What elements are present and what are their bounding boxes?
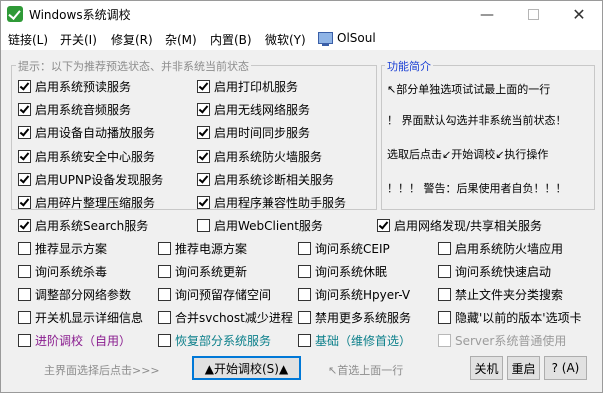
- option-webclient-service[interactable]: 启用WebClient服务: [197, 217, 323, 233]
- option-upnp-service[interactable]: 启用UPNP设备发现服务: [18, 171, 163, 187]
- option-diagnostics-service[interactable]: 启用系统诊断相关服务: [197, 171, 334, 187]
- bottom-hint-left: 主界面选择后点击>>>: [44, 364, 160, 377]
- minimize-button[interactable]: —: [464, 1, 510, 28]
- option-merge-svchost[interactable]: 合并svchost减少进程: [158, 309, 293, 325]
- info-line-2: ！ 界面默认勾选并非系统当前状态！: [387, 114, 567, 127]
- option-restore-services[interactable]: 恢复部分系统服务: [158, 332, 271, 348]
- option-display-scheme[interactable]: 推荐显示方案: [18, 240, 107, 256]
- menu-switch[interactable]: 开关(I): [60, 31, 97, 48]
- close-button[interactable]: ✕: [556, 1, 602, 28]
- option-search-service[interactable]: 启用系统Search服务: [18, 217, 148, 233]
- app-logo-icon: [7, 6, 23, 22]
- checkbox[interactable]: [158, 333, 171, 347]
- menu-repair[interactable]: 修复(R): [111, 31, 153, 48]
- option-wireless-service[interactable]: 启用无线网络服务: [197, 101, 310, 117]
- option-network-discovery[interactable]: 启用网络发现/共享相关服务: [377, 217, 542, 233]
- option-fast-startup[interactable]: 询问系统快速启动: [438, 263, 551, 279]
- recommended-services-legend: 提示：以下为推荐预选状态、并非系统当前状态: [16, 58, 251, 74]
- checkbox[interactable]: [18, 102, 31, 116]
- restart-button[interactable]: 重启: [507, 356, 540, 380]
- checkbox[interactable]: [197, 172, 210, 186]
- maximize-button[interactable]: [510, 1, 556, 28]
- checkbox[interactable]: [18, 172, 31, 186]
- info-line-3: 选取后点击↙开始调校↙执行操作: [387, 148, 549, 161]
- checkbox[interactable]: [158, 310, 171, 324]
- checkbox[interactable]: [158, 287, 171, 301]
- checkbox[interactable]: [197, 218, 210, 232]
- monitor-icon: [318, 32, 333, 46]
- checkbox[interactable]: [438, 241, 451, 255]
- option-system-update[interactable]: 询问系统更新: [158, 263, 247, 279]
- help-button[interactable]: ? (A): [544, 356, 587, 380]
- option-time-sync-service[interactable]: 启用时间同步服务: [197, 124, 310, 140]
- checkbox[interactable]: [18, 264, 31, 278]
- checkbox[interactable]: [197, 125, 210, 139]
- checkbox[interactable]: [158, 264, 171, 278]
- option-basic-repair[interactable]: 基础（维修首选）: [298, 332, 411, 348]
- option-audio-service[interactable]: 启用系统音频服务: [18, 101, 131, 117]
- checkbox[interactable]: [438, 287, 451, 301]
- checkbox[interactable]: [197, 195, 210, 209]
- checkbox[interactable]: [18, 149, 31, 163]
- option-power-scheme[interactable]: 推荐电源方案: [158, 240, 247, 256]
- checkbox[interactable]: [298, 287, 311, 301]
- checkbox[interactable]: [377, 218, 390, 232]
- option-ceip[interactable]: 询问系统CEIP: [298, 240, 390, 256]
- option-advanced-tuning[interactable]: 进阶调校（自用）: [18, 332, 131, 348]
- checkbox[interactable]: [18, 333, 31, 347]
- window-title: Windows系统调校: [29, 8, 131, 22]
- checkbox[interactable]: [298, 241, 311, 255]
- checkbox[interactable]: [158, 241, 171, 255]
- option-disable-more-services[interactable]: 禁用更多系统服务: [298, 309, 411, 325]
- option-firewall-service[interactable]: 启用系统防火墙服务: [197, 148, 322, 164]
- option-folder-search[interactable]: 禁止文件夹分类搜索: [438, 286, 563, 302]
- bottom-hint-right: ↖首选上面一行: [328, 364, 404, 377]
- checkbox[interactable]: [197, 149, 210, 163]
- checkbox[interactable]: [298, 264, 311, 278]
- option-antivirus[interactable]: 询问系统杀毒: [18, 263, 107, 279]
- menu-links[interactable]: 链接(L): [8, 31, 48, 48]
- checkbox[interactable]: [18, 310, 31, 324]
- checkbox[interactable]: [18, 218, 31, 232]
- feature-info-legend: 功能简介: [385, 58, 433, 74]
- option-hyper-v[interactable]: 询问系统Hpyer-V: [298, 286, 410, 302]
- option-hide-previous-versions[interactable]: 隐藏'以前的版本'选项卡: [438, 309, 582, 325]
- checkbox[interactable]: [18, 125, 31, 139]
- option-firewall-app[interactable]: 启用系统防火墙应用: [438, 240, 563, 256]
- option-security-center-service[interactable]: 启用系统安全中心服务: [18, 148, 155, 164]
- option-autoplay-service[interactable]: 启用设备自动播放服务: [18, 124, 155, 140]
- option-printer-service[interactable]: 启用打印机服务: [197, 78, 298, 94]
- menu-microsoft[interactable]: 微软(Y): [265, 31, 306, 48]
- menu-builtin[interactable]: 内置(B): [210, 31, 252, 48]
- menu-bar: 链接(L) 开关(I) 修复(R) 杂(M) 内置(B) 微软(Y): [1, 28, 602, 50]
- menu-misc[interactable]: 杂(M): [165, 31, 197, 48]
- checkbox[interactable]: [18, 79, 31, 93]
- checkbox[interactable]: [18, 195, 31, 209]
- checkbox[interactable]: [298, 333, 311, 347]
- info-line-1: ↖部分单独选项试试最上面的一行: [387, 83, 551, 96]
- app-window: Windows系统调校 — ✕ 链接(L) 开关(I) 修复(R) 杂(M) 内…: [0, 0, 603, 393]
- checkbox[interactable]: [18, 241, 31, 255]
- title-bar: Windows系统调校 — ✕: [1, 1, 602, 28]
- checkbox[interactable]: [438, 264, 451, 278]
- menu-olsoul[interactable]: OlSoul: [337, 31, 376, 45]
- checkbox: [438, 333, 451, 347]
- option-server-normal-use: Server系统普通使用: [438, 332, 566, 348]
- start-tuning-button[interactable]: ▲开始调校(S)▲: [192, 356, 301, 380]
- option-defrag-service[interactable]: 启用碎片整理压缩服务: [18, 194, 155, 210]
- checkbox[interactable]: [197, 79, 210, 93]
- option-hibernate[interactable]: 询问系统休眠: [298, 263, 387, 279]
- checkbox[interactable]: [298, 310, 311, 324]
- checkbox[interactable]: [438, 310, 451, 324]
- checkbox[interactable]: [18, 287, 31, 301]
- shutdown-button[interactable]: 关机: [470, 356, 503, 380]
- checkbox[interactable]: [197, 102, 210, 116]
- option-network-params[interactable]: 调整部分网络参数: [18, 286, 131, 302]
- info-line-4: ！！！ 警告：后果使用者自负！！！: [387, 182, 567, 195]
- option-reserved-storage[interactable]: 询问预留存储空间: [158, 286, 271, 302]
- maximize-icon: [527, 9, 539, 20]
- option-compat-assistant-service[interactable]: 启用程序兼容性助手服务: [197, 194, 346, 210]
- option-verbose-status[interactable]: 开关机显示详细信息: [18, 309, 143, 325]
- option-prefetch-service[interactable]: 启用系统预读服务: [18, 78, 131, 94]
